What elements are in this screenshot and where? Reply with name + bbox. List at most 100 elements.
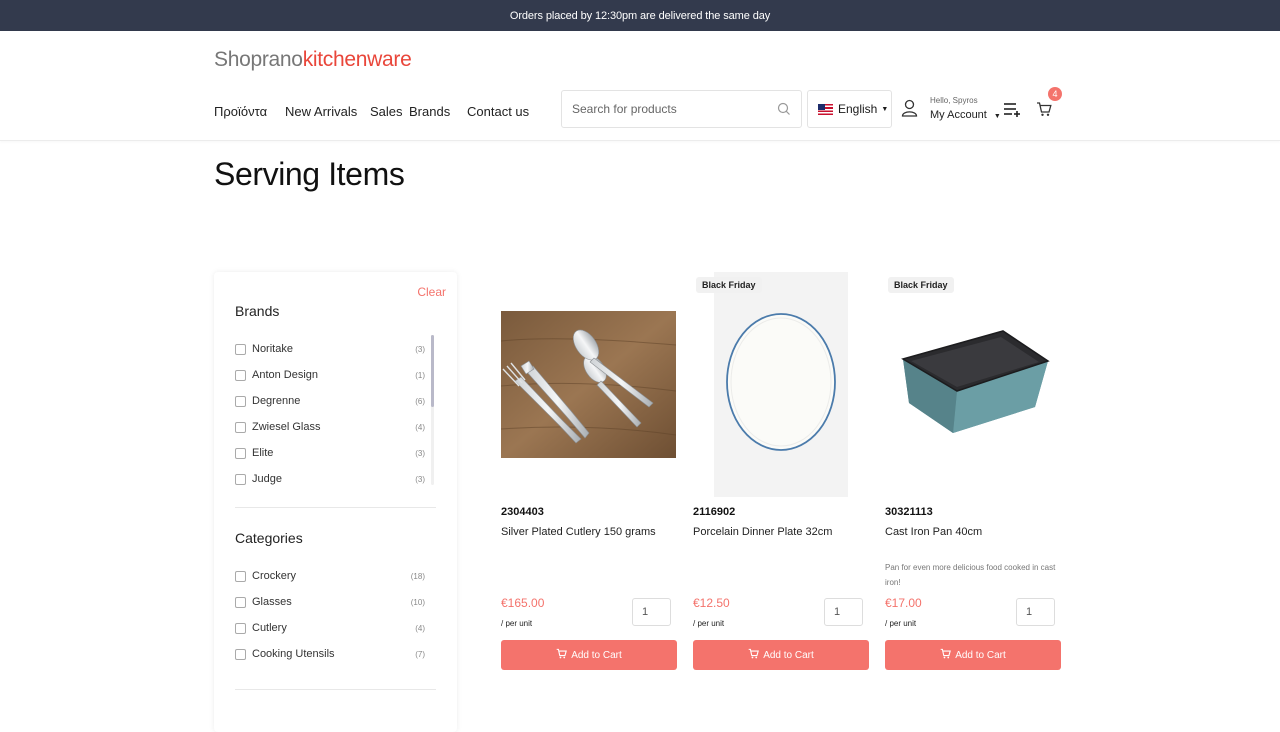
list-add-icon[interactable] — [1003, 102, 1021, 123]
add-to-cart-button[interactable]: Add to Cart — [693, 640, 869, 670]
site-header: Shopranokitchenware Προϊόντα New Arrival… — [0, 31, 1280, 141]
brand-count: (4) — [415, 422, 425, 432]
checkbox[interactable] — [235, 369, 246, 381]
product-sku: 2304403 — [501, 506, 544, 518]
caret-down-icon: ▼ — [993, 113, 1001, 120]
category-count: (7) — [415, 649, 425, 659]
brand-count: (6) — [415, 396, 425, 406]
cart-icon[interactable] — [1036, 101, 1052, 122]
brand-count: (3) — [415, 344, 425, 354]
search-input[interactable] — [572, 102, 762, 116]
nav-sales[interactable]: Sales — [370, 104, 403, 119]
filter-sidebar: Clear Brands Noritake (3) Anton Design (1)… — [214, 272, 457, 732]
checkbox[interactable] — [235, 395, 246, 407]
product-price: €12.50 — [693, 596, 730, 610]
checkbox[interactable] — [235, 447, 246, 459]
category-filter-item[interactable]: Cutlery (4) — [235, 618, 425, 638]
promo-badge: Black Friday — [888, 277, 954, 293]
product-sku: 30321113 — [885, 506, 933, 518]
brand-name: Elite — [252, 447, 274, 459]
category-filter-item[interactable]: Glasses (10) — [235, 592, 425, 612]
checkbox[interactable] — [235, 473, 246, 485]
account-menu[interactable]: My Account ▼ — [930, 109, 1001, 121]
categories-title: Categories — [235, 530, 303, 546]
checkbox[interactable] — [235, 596, 246, 608]
quantity-input[interactable]: 1 — [1016, 598, 1055, 626]
brand-filter-item[interactable]: Noritake (3) — [235, 339, 425, 359]
brand-name: Anton Design — [252, 369, 319, 381]
brand-name: Zwiesel Glass — [252, 421, 321, 433]
language-selector[interactable]: English ▼ — [807, 90, 892, 128]
price-unit: / per unit — [693, 619, 725, 628]
quantity-input[interactable]: 1 — [632, 598, 671, 626]
promo-badge: Black Friday — [696, 277, 762, 293]
add-to-cart-button[interactable]: Add to Cart — [885, 640, 1061, 670]
nav-new-arrivals[interactable]: New Arrivals — [285, 104, 357, 119]
account-label: My Account — [930, 109, 987, 121]
announcement-text: Orders placed by 12:30pm are delivered t… — [509, 9, 771, 22]
product-name[interactable]: Porcelain Dinner Plate 32cm — [693, 526, 832, 538]
brand-count: (3) — [415, 474, 425, 484]
divider — [235, 689, 436, 690]
divider — [235, 507, 436, 508]
checkbox[interactable] — [235, 570, 246, 582]
brand-count: (3) — [415, 448, 425, 458]
product-image[interactable] — [714, 272, 848, 497]
category-count: (4) — [415, 623, 425, 633]
brand-name: Judge — [252, 473, 282, 485]
nav-products[interactable]: Προϊόντα — [214, 104, 267, 119]
brand-filter-item[interactable]: Judge (3) — [235, 469, 425, 489]
quantity-input[interactable]: 1 — [824, 598, 863, 626]
product-price: €165.00 — [501, 596, 545, 610]
user-icon[interactable] — [901, 99, 918, 122]
search-icon[interactable] — [777, 102, 791, 121]
account-greeting: Hello, Spyros — [930, 96, 978, 105]
product-name[interactable]: Silver Plated Cutlery 150 grams — [501, 526, 656, 538]
cart-icon — [748, 648, 760, 662]
brand-name: Noritake — [252, 343, 293, 355]
announcement-bar: Orders placed by 12:30pm are delivered t… — [0, 0, 1280, 31]
nav-brands[interactable]: Brands — [409, 104, 450, 119]
caret-down-icon: ▼ — [881, 105, 889, 113]
product-sku: 2116902 — [693, 506, 736, 518]
add-to-cart-label: Add to Cart — [955, 649, 1006, 661]
cart-icon — [556, 648, 568, 662]
brands-title: Brands — [235, 303, 280, 319]
category-count: (10) — [410, 597, 425, 607]
checkbox[interactable] — [235, 622, 246, 634]
add-to-cart-label: Add to Cart — [571, 649, 622, 661]
brand-filter-item[interactable]: Degrenne (6) — [235, 391, 425, 411]
category-name: Glasses — [252, 596, 292, 608]
brand-count: (1) — [415, 370, 425, 380]
checkbox[interactable] — [235, 421, 246, 433]
category-name: Cooking Utensils — [252, 648, 335, 660]
page-title: Serving Items — [214, 156, 405, 192]
category-count: (18) — [410, 571, 425, 581]
language-label: English — [838, 102, 878, 116]
category-filter-item[interactable]: Crockery (18) — [235, 566, 425, 586]
brand-filter-item[interactable]: Anton Design (1) — [235, 365, 425, 385]
logo-part-2: kitchenware — [302, 48, 412, 71]
add-to-cart-button[interactable]: Add to Cart — [501, 640, 677, 670]
checkbox[interactable] — [235, 648, 246, 660]
brands-scrollbar[interactable] — [431, 335, 434, 485]
price-unit: / per unit — [885, 619, 917, 628]
brand-filter-item[interactable]: Zwiesel Glass (4) — [235, 417, 425, 437]
scrollbar-thumb[interactable] — [431, 335, 434, 407]
category-name: Crockery — [252, 570, 297, 582]
logo[interactable]: Shopranokitchenware — [214, 48, 412, 72]
us-flag-icon — [818, 103, 833, 115]
product-image[interactable] — [895, 317, 1055, 447]
product-name[interactable]: Cast Iron Pan 40cm — [885, 526, 982, 538]
checkbox[interactable] — [235, 343, 246, 355]
product-price: €17.00 — [885, 596, 922, 610]
cart-icon — [940, 648, 952, 662]
cart-count-badge: 4 — [1048, 87, 1062, 101]
nav-contact[interactable]: Contact us — [467, 104, 529, 119]
product-image[interactable] — [500, 311, 677, 458]
category-filter-item[interactable]: Cooking Utensils (7) — [235, 644, 425, 664]
product-description: Pan for even more delicious food cooked … — [885, 563, 1056, 587]
brand-filter-item[interactable]: Elite (3) — [235, 443, 425, 463]
category-name: Cutlery — [252, 622, 287, 634]
clear-filters-link[interactable]: Clear — [417, 285, 446, 299]
